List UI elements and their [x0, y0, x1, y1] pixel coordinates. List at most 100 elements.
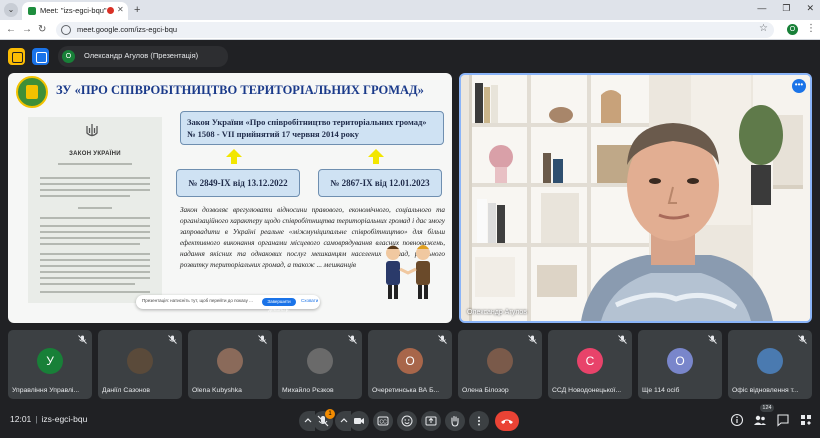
participant-avatar: [217, 348, 243, 374]
participant-avatar: О: [397, 348, 423, 374]
captions-button[interactable]: CC: [373, 411, 393, 431]
participant-avatar: [487, 348, 513, 374]
emoji-button[interactable]: [397, 411, 417, 431]
meeting-code: izs-egci-bqu: [41, 414, 88, 424]
document-title: ЗАКОН УКРАЇНИ: [69, 151, 121, 157]
participant-name: Olena Kubyshka: [192, 387, 242, 394]
mic-off-icon: [438, 335, 447, 344]
mic-off-icon: [708, 335, 717, 344]
meet-favicon-icon: [28, 7, 36, 15]
participant-name: Михайло Рєзков: [282, 387, 334, 394]
presenter-pill[interactable]: О Олександр Агулов (Презентація): [58, 46, 228, 67]
participant-avatar: [307, 348, 333, 374]
participant-tile[interactable]: О Очеретинська ВА Б...: [368, 330, 452, 399]
mic-off-icon: [168, 335, 177, 344]
law-info-box: Закон України «Про співробітництво терит…: [180, 111, 444, 145]
site-info-icon[interactable]: [61, 25, 71, 35]
more-options-button[interactable]: [469, 411, 489, 431]
hangup-button[interactable]: [495, 411, 519, 431]
law-document-image: ЗАКОН УКРАЇНИ: [28, 117, 162, 303]
arrow-up-icon: [226, 149, 242, 164]
window-close-icon[interactable]: ✕: [806, 3, 814, 14]
mic-off-icon: [258, 335, 267, 344]
arrow-up-icon: [368, 149, 384, 164]
mic-off-icon: [528, 335, 537, 344]
hide-toast-button[interactable]: Сховати: [301, 298, 318, 303]
reload-icon[interactable]: ↻: [38, 23, 46, 37]
participant-avatar: [757, 348, 783, 374]
control-bar: 12:01 | izs-egci-bqu 1 CC: [0, 404, 820, 438]
url-text: meet.google.com/izs-egci-bqu: [77, 25, 178, 34]
participant-tile[interactable]: Даніїл Сазонов: [98, 330, 182, 399]
whiteboard-icon[interactable]: [32, 48, 49, 65]
info-icon[interactable]: [730, 413, 744, 427]
camera-button[interactable]: [349, 411, 369, 431]
presenter-label: Олександр Агулов (Презентація): [84, 51, 199, 60]
mic-off-icon: [798, 335, 807, 344]
url-field[interactable]: meet.google.com/izs-egci-bqu ☆: [56, 22, 774, 38]
meeting-clock: 12:01 | izs-egci-bqu: [10, 414, 88, 424]
amendment-box-right: № 2867-IX від 12.01.2023: [318, 169, 442, 197]
presenting-toast: Презентація: натисніть тут, щоб перейти …: [136, 295, 320, 312]
camera-video: [461, 75, 810, 321]
present-button[interactable]: [421, 411, 441, 431]
participant-tile[interactable]: Olena Kubyshka: [188, 330, 272, 399]
presenter-avatar: О: [62, 50, 75, 63]
participant-avatar: [127, 348, 153, 374]
chat-icon[interactable]: [776, 413, 790, 427]
back-icon[interactable]: ←: [6, 23, 16, 37]
browser-tab[interactable]: Meet: "izs-egci-bqu" ✕: [22, 2, 128, 20]
participant-tile[interactable]: У Управління Управлі...: [8, 330, 92, 399]
slide-title: ЗУ «ПРО СПІВРОБІТНИЦТВО ТЕРИТОРІАЛЬНИХ Г…: [56, 83, 424, 97]
svg-text:CC: CC: [380, 420, 388, 426]
raise-hand-button[interactable]: [445, 411, 465, 431]
new-tab-icon[interactable]: +: [134, 3, 140, 17]
close-icon[interactable]: ✕: [117, 5, 124, 14]
address-bar: ← → ↻ meet.google.com/izs-egci-bqu ☆ O ⋮: [0, 20, 820, 40]
participant-name: Даніїл Сазонов: [102, 387, 151, 394]
camera-tile[interactable]: ••• Олександр Агулов: [459, 73, 812, 323]
camera-participant-name: Олександр Агулов: [467, 309, 528, 316]
tile-more-icon[interactable]: •••: [792, 79, 806, 93]
toast-text: Презентація: натисніть тут, щоб перейти …: [142, 298, 253, 303]
participant-avatar: О: [667, 348, 693, 374]
people-count-badge: 124: [760, 404, 774, 412]
participant-tile[interactable]: С ССД Новодонецької...: [548, 330, 632, 399]
mic-off-icon: [348, 335, 357, 344]
participant-name: Управління Управлі...: [12, 387, 80, 394]
forward-icon[interactable]: →: [22, 23, 32, 37]
tab-menu-icon[interactable]: ⌄: [4, 3, 18, 17]
shared-slide: ЗУ «ПРО СПІВРОБІТНИЦТВО ТЕРИТОРІАЛЬНИХ Г…: [8, 73, 452, 323]
star-icon[interactable]: ☆: [759, 23, 768, 34]
participant-name: Офіс відновлення т...: [732, 387, 799, 394]
maximize-icon[interactable]: ❐: [782, 3, 790, 14]
trident-icon: [86, 124, 98, 137]
meet-top-bar: О Олександр Агулов (Презентація): [0, 40, 820, 73]
minimize-icon[interactable]: —: [757, 3, 766, 14]
community-emblem-icon: [16, 76, 48, 108]
profile-avatar[interactable]: O: [787, 24, 798, 35]
recording-indicator-icon: [107, 7, 114, 14]
stop-presenting-button[interactable]: Завершити демонстр.: [262, 298, 296, 312]
window-controls: — ❐ ✕: [757, 3, 814, 14]
participant-name: ССД Новодонецької...: [552, 387, 622, 394]
handshake-illustration-icon: [386, 245, 430, 299]
participant-name: Ще 114 осіб: [642, 387, 680, 394]
presentation-icon[interactable]: [8, 48, 25, 65]
tab-title: Meet: "izs-egci-bqu": [40, 6, 107, 15]
browser-menu-icon[interactable]: ⋮: [806, 23, 816, 34]
amendment-box-left: № 2849-IX від 13.12.2022: [176, 169, 300, 197]
people-icon[interactable]: [753, 413, 767, 427]
participant-tile[interactable]: Офіс відновлення т...: [728, 330, 812, 399]
mic-off-icon: [618, 335, 627, 344]
participant-avatar: У: [37, 348, 63, 374]
browser-tab-bar: ⌄ Meet: "izs-egci-bqu" ✕ + — ❐ ✕: [0, 0, 820, 20]
participant-tile[interactable]: О Ще 114 осіб: [638, 330, 722, 399]
participant-name: Очеретинська ВА Б...: [372, 387, 440, 394]
participant-tile[interactable]: Михайло Рєзков: [278, 330, 362, 399]
reactions-badge: 1: [325, 409, 335, 419]
participant-tile[interactable]: Олена Білозор: [458, 330, 542, 399]
participant-avatar: С: [577, 348, 603, 374]
activities-icon[interactable]: [799, 413, 813, 427]
participant-strip: У Управління Управлі... Даніїл Сазонов Olen…: [0, 330, 820, 400]
